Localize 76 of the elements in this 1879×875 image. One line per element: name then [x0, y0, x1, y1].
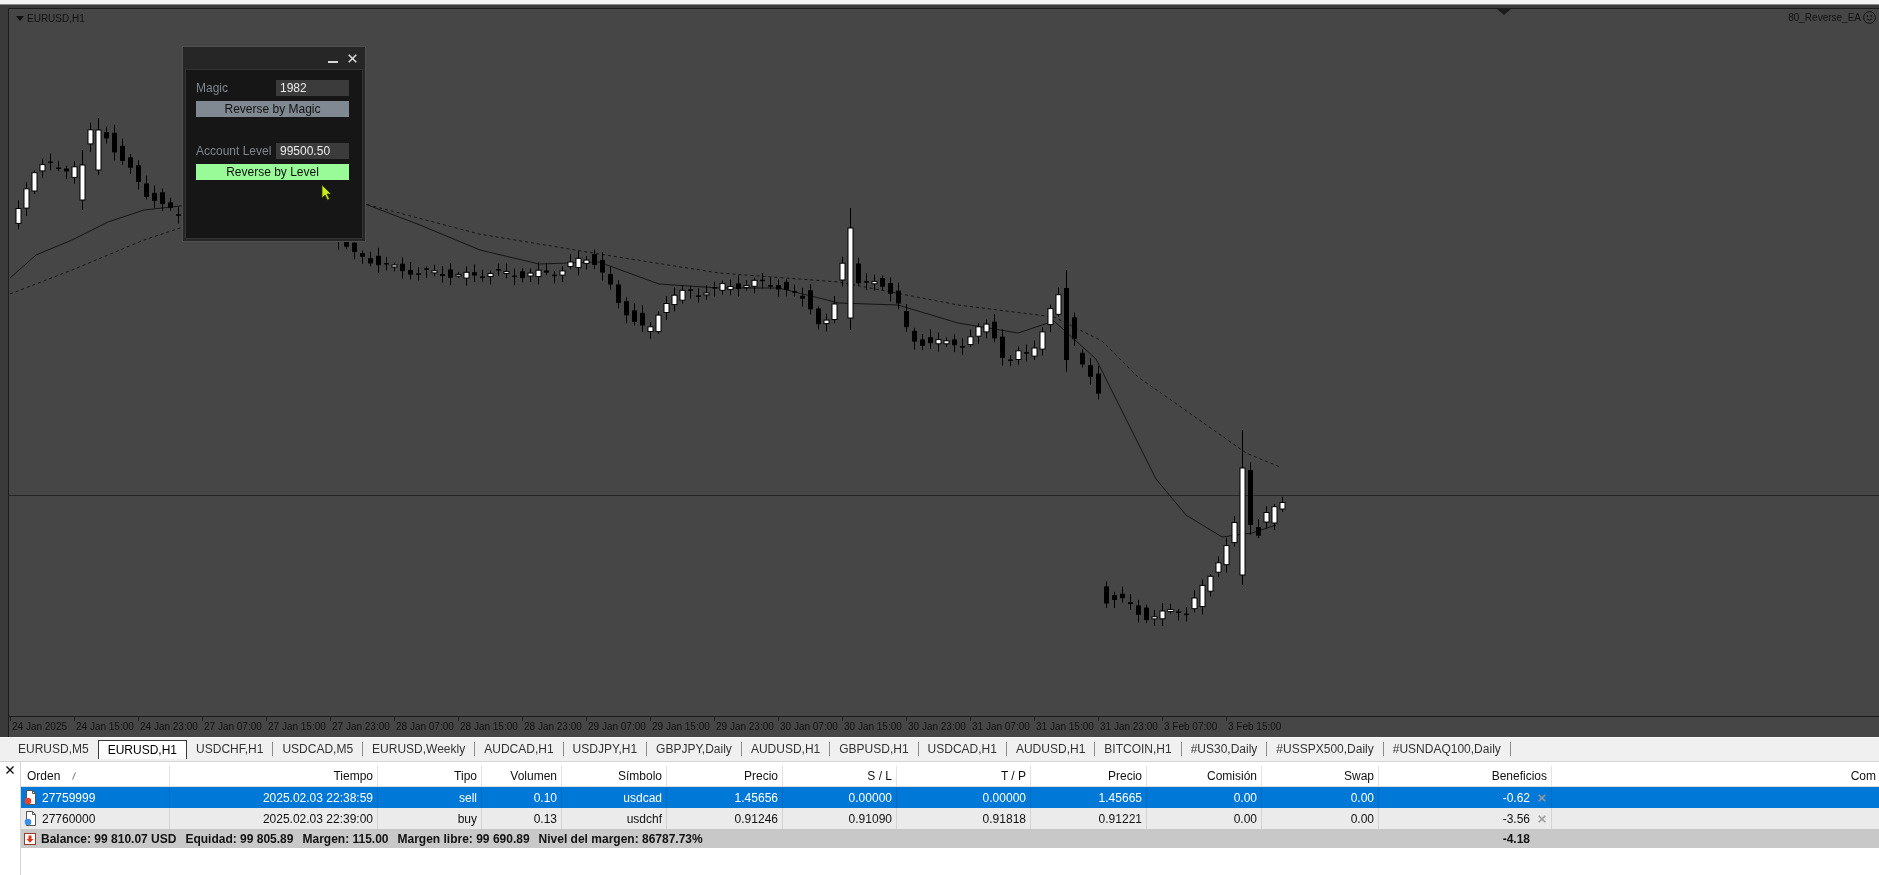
chart-tab[interactable]: AUDUSD,H1 — [1006, 740, 1095, 759]
order-time: 2025.02.03 22:38:59 — [262, 790, 373, 805]
summary-item: Margen libre: 99 690.89 — [397, 831, 530, 846]
chart-tab[interactable]: AUDCAD,H1 — [475, 740, 563, 759]
triangle-icon[interactable] — [1497, 9, 1511, 15]
chart-tab[interactable]: #US30,Daily — [1181, 740, 1267, 759]
profit-value: -0.62 — [1502, 790, 1530, 805]
column-header[interactable]: Tipo — [378, 766, 482, 786]
value-field[interactable]: 1982 — [276, 80, 349, 96]
take-profit-value: 0.91818 — [982, 811, 1026, 826]
chart-tab[interactable]: USDJPY,H1 — [563, 740, 647, 759]
chart-tab[interactable]: USDCAD,M5 — [273, 740, 363, 759]
column-header[interactable]: Comisión — [1147, 766, 1262, 786]
cursor-arrow-icon — [321, 184, 332, 201]
smiley-icon[interactable] — [1863, 11, 1876, 24]
down-arrow-icon — [24, 832, 36, 845]
current-price-value: 0.91221 — [1098, 811, 1142, 826]
document-icon — [24, 790, 37, 805]
take-profit-value: 0.00000 — [982, 790, 1026, 805]
summary-item: Margen: 115.00 — [302, 831, 389, 846]
summary-item: Balance: 99 810.07 USD — [41, 831, 177, 846]
chart-tab[interactable]: EURUSD,M5 — [9, 740, 98, 759]
stop-loss-value: 0.00000 — [848, 790, 892, 805]
document-icon — [24, 811, 37, 826]
volume-value: 0.10 — [533, 790, 557, 805]
column-header[interactable]: Orden — [21, 766, 170, 786]
column-header[interactable]: Beneficios — [1379, 766, 1552, 786]
commission-value: 0.00 — [1233, 790, 1257, 805]
chart-tab[interactable]: GBPUSD,H1 — [830, 740, 918, 759]
column-header[interactable]: Precio — [667, 766, 783, 786]
summary-item: Nivel del margen: 86787.73% — [538, 831, 703, 846]
reverse-button[interactable]: Reverse by Level — [196, 164, 349, 180]
field-label: Account Level — [196, 143, 273, 159]
symbol-text: usdcad — [623, 790, 662, 805]
swap-value: 0.00 — [1350, 790, 1374, 805]
value-field[interactable]: 99500.50 — [276, 143, 349, 159]
open-price-value: 1.45656 — [734, 790, 778, 805]
chart-tab[interactable]: EURUSD,H1 — [97, 740, 188, 759]
swap-value: 0.00 — [1350, 811, 1374, 826]
column-header[interactable]: T / P — [897, 766, 1031, 786]
chart-tab[interactable]: USDCHF,H1 — [187, 740, 273, 759]
commission-value: 0.00 — [1233, 811, 1257, 826]
chart-tab[interactable]: #USNDAQ100,Daily — [1383, 740, 1510, 759]
chart-tab[interactable]: GBPJPY,Daily — [647, 740, 741, 759]
column-header[interactable]: S / L — [783, 766, 897, 786]
order-time: 2025.02.03 22:39:00 — [262, 811, 373, 826]
column-header[interactable]: Tiempo — [170, 766, 378, 786]
stop-loss-value: 0.91090 — [848, 811, 892, 826]
summary-item: Equidad: 99 805.89 — [185, 831, 294, 846]
column-header[interactable]: Volumen — [482, 766, 562, 786]
table-row[interactable]: 27759999 2025.02.03 22:38:59 sell 0.10 usdcad 1.45656 0.00000 0.00000 1.45665 0.00 0.00 -0.62 — [21, 787, 1879, 808]
chart-tab[interactable]: AUDUSD,H1 — [741, 740, 830, 759]
order-number: 27759999 — [42, 790, 96, 805]
column-header[interactable]: Swap — [1262, 766, 1379, 786]
triangle-icon[interactable] — [16, 16, 24, 21]
profit-value: -3.56 — [1502, 811, 1530, 826]
symbol-text: usdchf — [626, 811, 662, 826]
open-price-value: 0.91246 — [734, 811, 778, 826]
field-label: Magic — [196, 80, 229, 96]
order-type: sell — [459, 790, 477, 805]
column-header[interactable]: Com — [1552, 766, 1879, 786]
chart-tab[interactable]: USDCAD,H1 — [918, 740, 1006, 759]
order-type: buy — [457, 811, 477, 826]
chart-tab[interactable]: EURUSD,Weekly — [363, 740, 475, 759]
chart-tab[interactable]: #USSPX500,Daily — [1267, 740, 1383, 759]
current-price-value: 1.45665 — [1098, 790, 1142, 805]
reverse-button[interactable]: Reverse by Magic — [196, 101, 349, 117]
total-profit-text: -4.18 — [1502, 831, 1530, 846]
volume-value: 0.13 — [533, 811, 557, 826]
close-icon[interactable] — [6, 766, 14, 774]
table-row[interactable]: 27760000 2025.02.03 22:39:00 buy 0.13 usdchf 0.91246 0.91090 0.91818 0.91221 0.00 0.00 -3.56 — [21, 808, 1879, 829]
column-header[interactable]: Precio — [1031, 766, 1147, 786]
chart-tab[interactable]: BITCOIN,H1 — [1095, 740, 1181, 759]
column-header[interactable]: Símbolo — [562, 766, 667, 786]
sort-indicator-icon — [72, 772, 77, 780]
order-number: 27760000 — [42, 811, 96, 826]
